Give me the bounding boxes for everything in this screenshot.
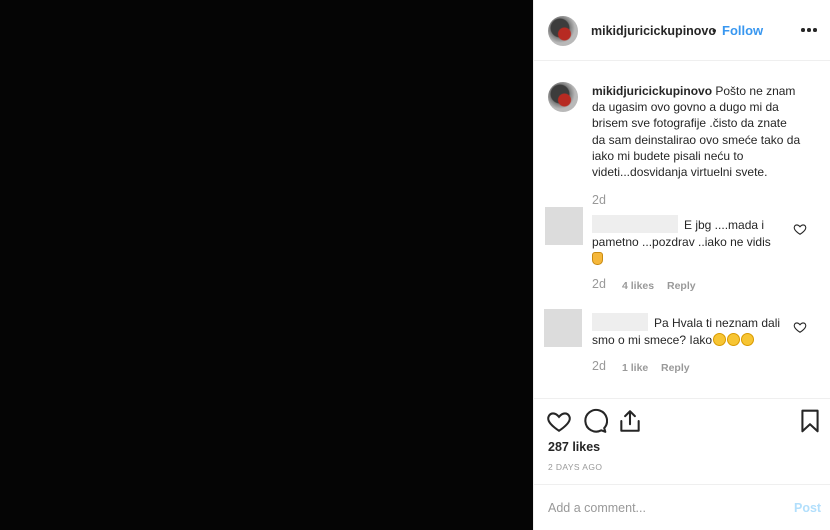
- commenter-username-redacted[interactable]: [592, 313, 648, 331]
- comment-time[interactable]: 2d: [592, 277, 606, 291]
- author-avatar[interactable]: [548, 16, 578, 46]
- share-icon[interactable]: [617, 408, 643, 434]
- heart-icon[interactable]: [546, 408, 572, 434]
- rofl-emoji: [741, 332, 755, 346]
- comment-likes-count[interactable]: 1 like: [622, 362, 648, 374]
- comment-like-heart-icon[interactable]: [793, 320, 807, 334]
- comment-body: Pa Hvala ti neznam dali smo o mi smece? …: [592, 313, 784, 348]
- comment-body: E jbg ....mada i pametno ...pozdrav ..ia…: [592, 215, 784, 267]
- bookmark-icon[interactable]: [797, 408, 823, 434]
- post-date[interactable]: 2 DAYS AGO: [548, 462, 602, 472]
- author-username[interactable]: mikidjuricickupinovo: [591, 24, 716, 38]
- waving-hand-emoji: [592, 252, 603, 265]
- post-header: mikidjuricickupinovo • Follow: [534, 0, 830, 61]
- more-options-icon[interactable]: [800, 20, 818, 38]
- reply-button[interactable]: Reply: [661, 362, 690, 374]
- post-actions: 287 likes 2 DAYS AGO: [534, 398, 830, 472]
- commenter-avatar[interactable]: [544, 309, 582, 347]
- rofl-emoji: [713, 332, 727, 346]
- comments-section[interactable]: mikidjuricickupinovo Pošto ne znam da ug…: [534, 62, 830, 398]
- follow-button[interactable]: Follow: [722, 23, 763, 38]
- caption-time[interactable]: 2d: [592, 193, 606, 207]
- caption-username[interactable]: mikidjuricickupinovo: [592, 84, 712, 98]
- post-media[interactable]: [0, 0, 533, 530]
- rofl-emoji: [727, 332, 741, 346]
- post-caption: mikidjuricickupinovo Pošto ne znam da ug…: [592, 83, 802, 180]
- commenter-username-redacted[interactable]: [592, 215, 678, 233]
- caption-author-avatar[interactable]: [548, 82, 578, 112]
- comment-like-heart-icon[interactable]: [793, 222, 807, 236]
- caption-text: Pošto ne znam da ugasim ovo govno a dugo…: [592, 84, 801, 180]
- comment-likes-count[interactable]: 4 likes: [622, 280, 654, 292]
- comment-time[interactable]: 2d: [592, 359, 606, 373]
- post-comment-button[interactable]: Post: [794, 501, 821, 515]
- separator-dot: •: [712, 23, 717, 38]
- add-comment-row: Post: [534, 484, 830, 530]
- add-comment-input[interactable]: [548, 499, 768, 517]
- comment-icon[interactable]: [582, 408, 608, 434]
- commenter-avatar[interactable]: [545, 207, 583, 245]
- post-side-panel: mikidjuricickupinovo • Follow mikidjuric…: [533, 0, 830, 530]
- likes-count[interactable]: 287 likes: [548, 440, 600, 454]
- reply-button[interactable]: Reply: [667, 280, 696, 292]
